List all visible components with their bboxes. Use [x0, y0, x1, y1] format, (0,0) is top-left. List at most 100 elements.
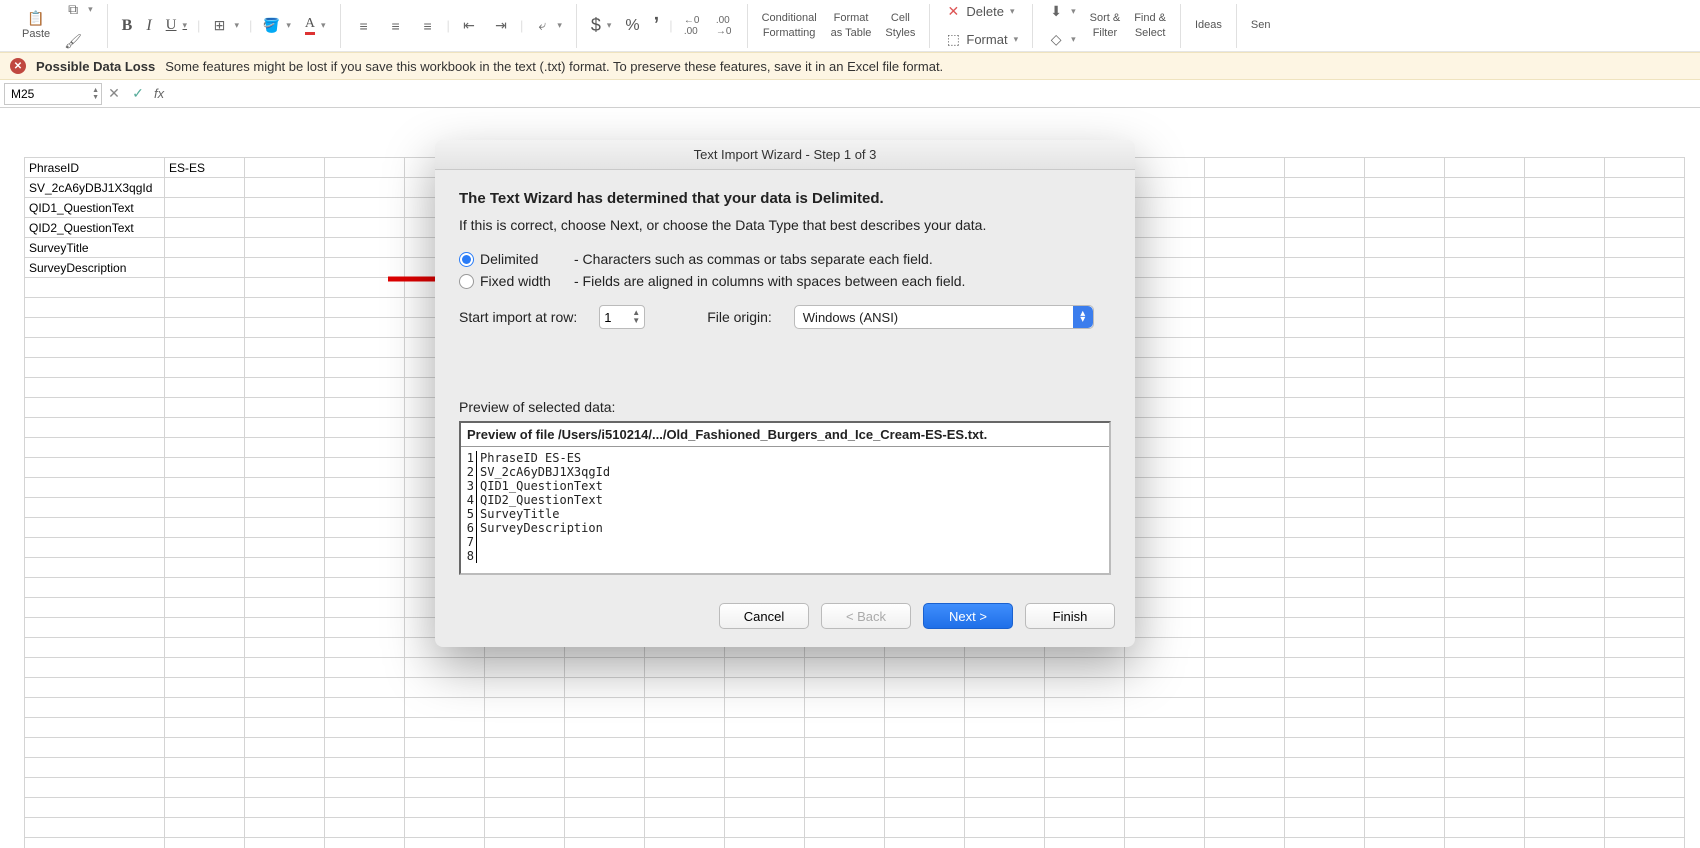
cell[interactable] [1205, 298, 1285, 318]
cell[interactable] [1285, 358, 1365, 378]
cell[interactable] [725, 798, 805, 818]
cell[interactable] [165, 278, 245, 298]
cell[interactable] [1445, 678, 1525, 698]
cell[interactable] [25, 478, 165, 498]
cell[interactable] [805, 698, 885, 718]
cell[interactable] [1285, 818, 1365, 838]
cell[interactable] [1605, 198, 1685, 218]
cell[interactable] [325, 578, 405, 598]
cell[interactable] [165, 818, 245, 838]
cell[interactable] [25, 698, 165, 718]
cell[interactable] [1125, 498, 1205, 518]
cell[interactable] [565, 778, 645, 798]
cell[interactable] [1125, 698, 1205, 718]
align-bottom[interactable]: ≡ [415, 13, 441, 39]
ideas-button[interactable]: Ideas [1191, 16, 1226, 34]
cell[interactable] [565, 738, 645, 758]
cell[interactable] [245, 258, 325, 278]
cell[interactable] [165, 238, 245, 258]
cell[interactable] [805, 778, 885, 798]
cell[interactable] [25, 298, 165, 318]
cell[interactable] [325, 718, 405, 738]
cell[interactable] [965, 798, 1045, 818]
cell[interactable] [405, 798, 485, 818]
cell[interactable] [1365, 758, 1445, 778]
cell[interactable] [325, 738, 405, 758]
cell[interactable] [1525, 238, 1605, 258]
cell[interactable] [1365, 638, 1445, 658]
cell[interactable] [1605, 398, 1685, 418]
cell[interactable] [1525, 838, 1605, 848]
cell[interactable] [1445, 258, 1525, 278]
cell[interactable] [1205, 398, 1285, 418]
cell[interactable] [1445, 218, 1525, 238]
cell[interactable] [245, 518, 325, 538]
cell[interactable] [1125, 378, 1205, 398]
cell[interactable] [325, 318, 405, 338]
cell[interactable] [1525, 538, 1605, 558]
cell[interactable] [1525, 398, 1605, 418]
cell[interactable] [1605, 538, 1685, 558]
wrap-text[interactable]: ⤶▾ [529, 13, 566, 39]
cell[interactable] [245, 318, 325, 338]
cell[interactable] [1285, 698, 1365, 718]
cell[interactable] [1125, 798, 1205, 818]
cell[interactable] [1125, 558, 1205, 578]
cell[interactable] [1205, 358, 1285, 378]
cell[interactable] [725, 838, 805, 848]
cell[interactable] [1365, 398, 1445, 418]
cell[interactable] [805, 678, 885, 698]
cell[interactable] [645, 798, 725, 818]
cell[interactable] [1125, 758, 1205, 778]
cell[interactable] [485, 738, 565, 758]
cell[interactable] [25, 538, 165, 558]
cell[interactable] [25, 618, 165, 638]
cell[interactable] [1445, 778, 1525, 798]
cell[interactable] [1605, 478, 1685, 498]
cell[interactable] [1205, 638, 1285, 658]
radio-fixed-width[interactable] [459, 274, 474, 289]
cell[interactable] [325, 178, 405, 198]
cell[interactable] [25, 358, 165, 378]
cell[interactable] [25, 758, 165, 778]
cell[interactable] [165, 538, 245, 558]
cell[interactable] [1205, 818, 1285, 838]
cell[interactable] [245, 418, 325, 438]
indent[interactable]: ⇥ [488, 13, 514, 39]
cell[interactable] [1285, 758, 1365, 778]
cell[interactable] [885, 698, 965, 718]
cell[interactable] [165, 518, 245, 538]
cell[interactable] [1605, 158, 1685, 178]
cell[interactable] [405, 778, 485, 798]
cell[interactable] [1125, 198, 1205, 218]
cell[interactable] [1205, 278, 1285, 298]
paste-button[interactable]: 📋 Paste [18, 7, 54, 43]
cell[interactable] [325, 278, 405, 298]
cell[interactable] [1525, 458, 1605, 478]
cell[interactable] [1365, 518, 1445, 538]
cell[interactable] [25, 798, 165, 818]
cell[interactable] [1365, 578, 1445, 598]
cell[interactable] [245, 658, 325, 678]
cell[interactable] [245, 218, 325, 238]
cell[interactable] [1525, 558, 1605, 578]
cell[interactable] [245, 558, 325, 578]
cell[interactable] [1445, 238, 1525, 258]
accept-formula[interactable]: ✓ [126, 85, 150, 102]
cell[interactable] [245, 178, 325, 198]
cell[interactable] [1445, 458, 1525, 478]
cell[interactable] [245, 798, 325, 818]
cell[interactable] [245, 678, 325, 698]
back-button[interactable]: < Back [821, 603, 911, 629]
cell[interactable] [965, 658, 1045, 678]
cell[interactable] [1605, 518, 1685, 538]
cell[interactable] [1445, 318, 1525, 338]
cell[interactable] [165, 678, 245, 698]
copy-button[interactable]: ⧉▾ [60, 0, 97, 23]
cell[interactable] [1205, 478, 1285, 498]
cell[interactable] [245, 618, 325, 638]
cell[interactable] [1605, 638, 1685, 658]
cell[interactable] [1445, 538, 1525, 558]
cell[interactable] [245, 478, 325, 498]
cell[interactable] [1045, 758, 1125, 778]
